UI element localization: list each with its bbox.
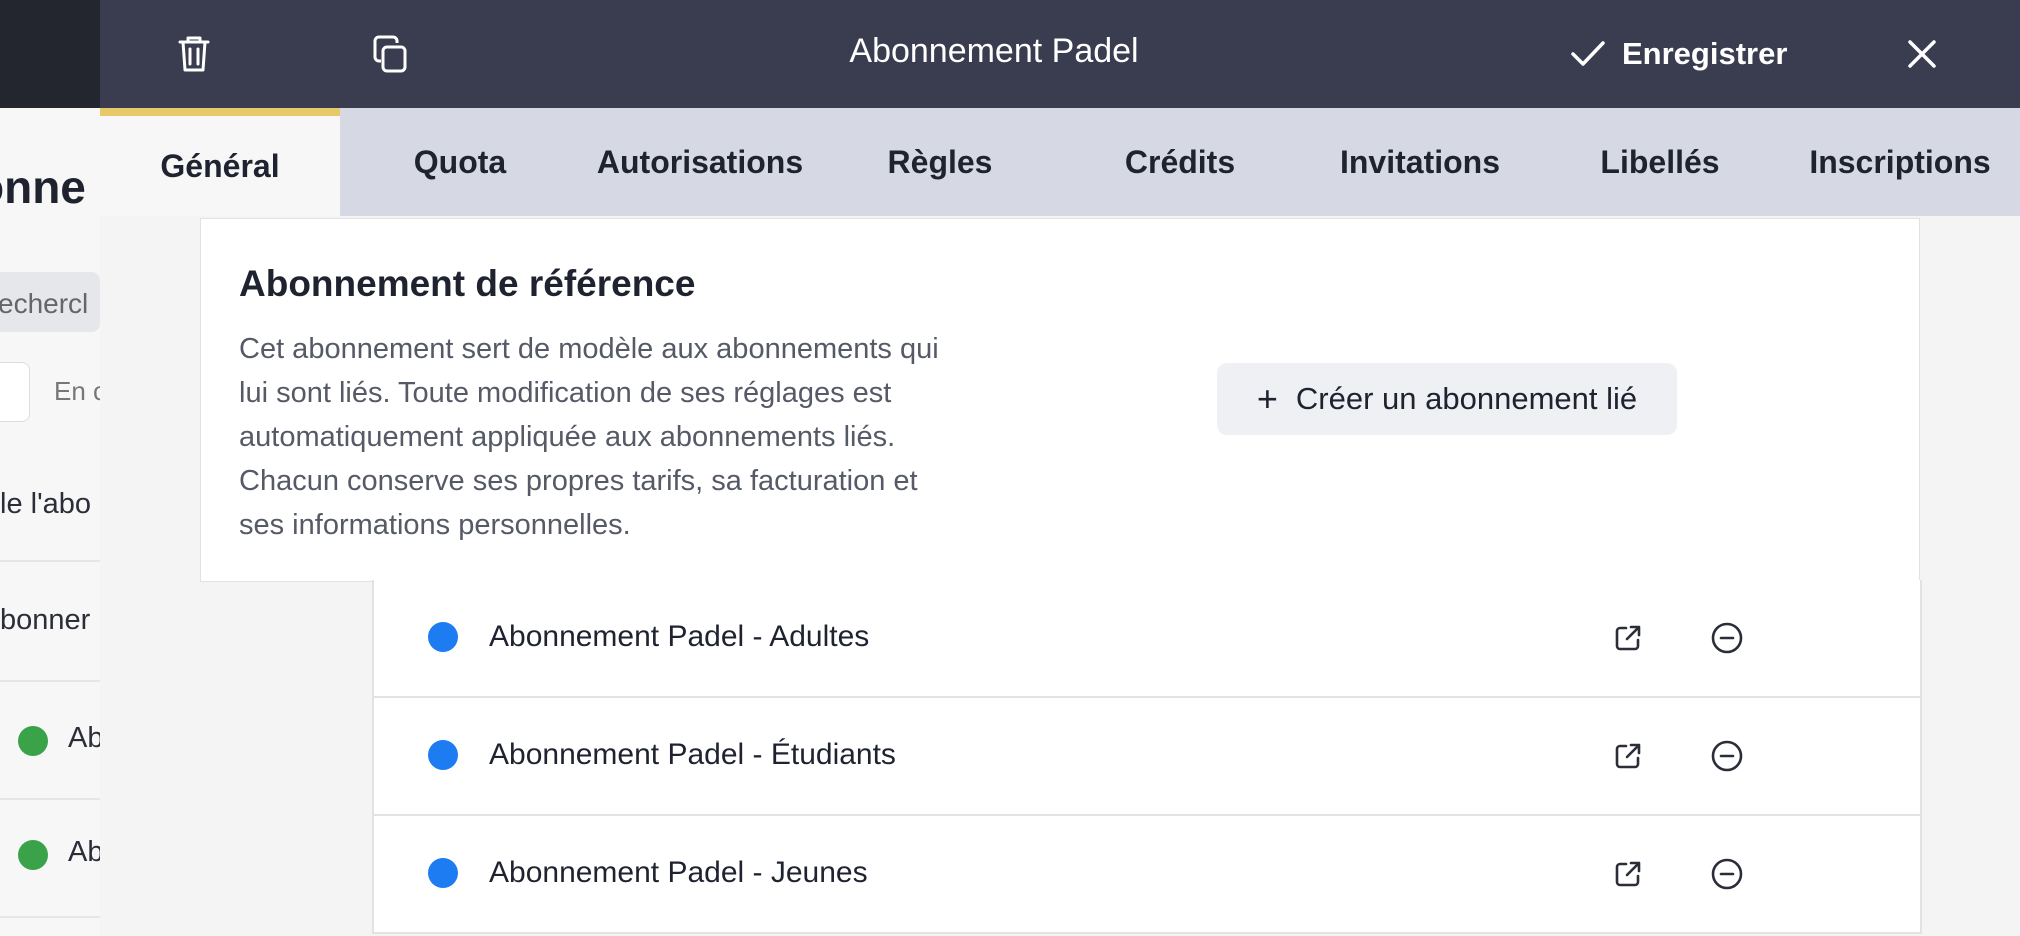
background-column-label: le l'abo bbox=[0, 488, 91, 520]
status-dot bbox=[18, 726, 48, 756]
remove-circle-icon[interactable] bbox=[1705, 734, 1749, 778]
tab-quota[interactable]: Quota bbox=[340, 108, 580, 216]
subscription-editor-drawer: Abonnement Padel Enregistrer Général Quo… bbox=[100, 0, 2020, 936]
create-linked-subscription-button[interactable]: + Créer un abonnement lié bbox=[1217, 363, 1677, 435]
status-dot bbox=[428, 858, 458, 888]
tab-libelles[interactable]: Libellés bbox=[1540, 108, 1780, 216]
background-row-label: Ab bbox=[68, 836, 100, 868]
list-item[interactable]: Abonnement Padel - Adultes bbox=[374, 580, 1920, 698]
background-list-row[interactable]: Ab bbox=[0, 682, 100, 800]
background-search-placeholder: echercl bbox=[0, 288, 89, 319]
status-dot bbox=[428, 622, 458, 652]
remove-circle-icon[interactable] bbox=[1705, 852, 1749, 896]
tab-bar: Général Quota Autorisations Règles Crédi… bbox=[100, 108, 2020, 216]
open-external-icon[interactable] bbox=[1606, 734, 1650, 778]
save-button-label: Enregistrer bbox=[1622, 36, 1788, 71]
background-filter-label[interactable]: En c bbox=[54, 376, 100, 407]
list-item[interactable]: Abonnement Padel - Étudiants bbox=[374, 698, 1920, 816]
list-item[interactable]: Abonnement Padel - Jeunes bbox=[374, 816, 1920, 934]
status-dot bbox=[18, 840, 48, 870]
drawer-header: Abonnement Padel Enregistrer bbox=[100, 0, 2020, 108]
create-linked-subscription-label: Créer un abonnement lié bbox=[1295, 381, 1638, 416]
open-external-icon[interactable] bbox=[1606, 852, 1650, 896]
tab-content-general: Abonnement de référence Cet abonnement s… bbox=[100, 216, 2020, 936]
linked-subscription-name: Abonnement Padel - Adultes bbox=[489, 620, 870, 653]
close-icon bbox=[1908, 40, 1936, 68]
checkmark-icon bbox=[1571, 41, 1605, 66]
open-external-icon[interactable] bbox=[1606, 616, 1650, 660]
background-column-header: le l'abo bbox=[0, 472, 100, 562]
tab-invitations[interactable]: Invitations bbox=[1300, 108, 1540, 216]
background-search-input[interactable]: echercl bbox=[0, 272, 100, 332]
plus-icon: + bbox=[1256, 378, 1278, 419]
background-row-label: bonner bbox=[0, 604, 91, 636]
background-page: onne echercl En c le l'abo bonner Ab Ab bbox=[0, 0, 100, 936]
linked-subscription-name: Abonnement Padel - Jeunes bbox=[489, 856, 868, 889]
reference-description: Cet abonnement sert de modèle aux abonne… bbox=[239, 333, 939, 541]
close-button[interactable] bbox=[1890, 22, 1954, 86]
background-list-row[interactable]: Ab bbox=[0, 800, 100, 918]
tab-regles[interactable]: Règles bbox=[820, 108, 1060, 216]
linked-subscription-name: Abonnement Padel - Étudiants bbox=[489, 738, 896, 771]
background-page-title: onne bbox=[0, 161, 86, 213]
save-button[interactable]: Enregistrer bbox=[1570, 26, 1787, 82]
linked-subscriptions-list: Abonnement Padel - Adultes Abonnement Pa… bbox=[372, 580, 1922, 934]
reference-section-title: Abonnement de référence bbox=[239, 263, 696, 304]
background-filter-toggle[interactable] bbox=[0, 362, 30, 422]
background-row-label: Ab bbox=[68, 722, 100, 754]
remove-circle-icon[interactable] bbox=[1705, 616, 1749, 660]
tab-credits[interactable]: Crédits bbox=[1060, 108, 1300, 216]
background-list-row[interactable]: bonner bbox=[0, 562, 100, 682]
reference-subscription-card: Abonnement de référence Cet abonnement s… bbox=[200, 218, 1920, 582]
background-topbar bbox=[0, 0, 100, 108]
tab-general[interactable]: Général bbox=[100, 108, 340, 216]
status-dot bbox=[428, 740, 458, 770]
tab-autorisations[interactable]: Autorisations bbox=[580, 108, 820, 216]
tab-inscriptions[interactable]: Inscriptions bbox=[1780, 108, 2020, 216]
